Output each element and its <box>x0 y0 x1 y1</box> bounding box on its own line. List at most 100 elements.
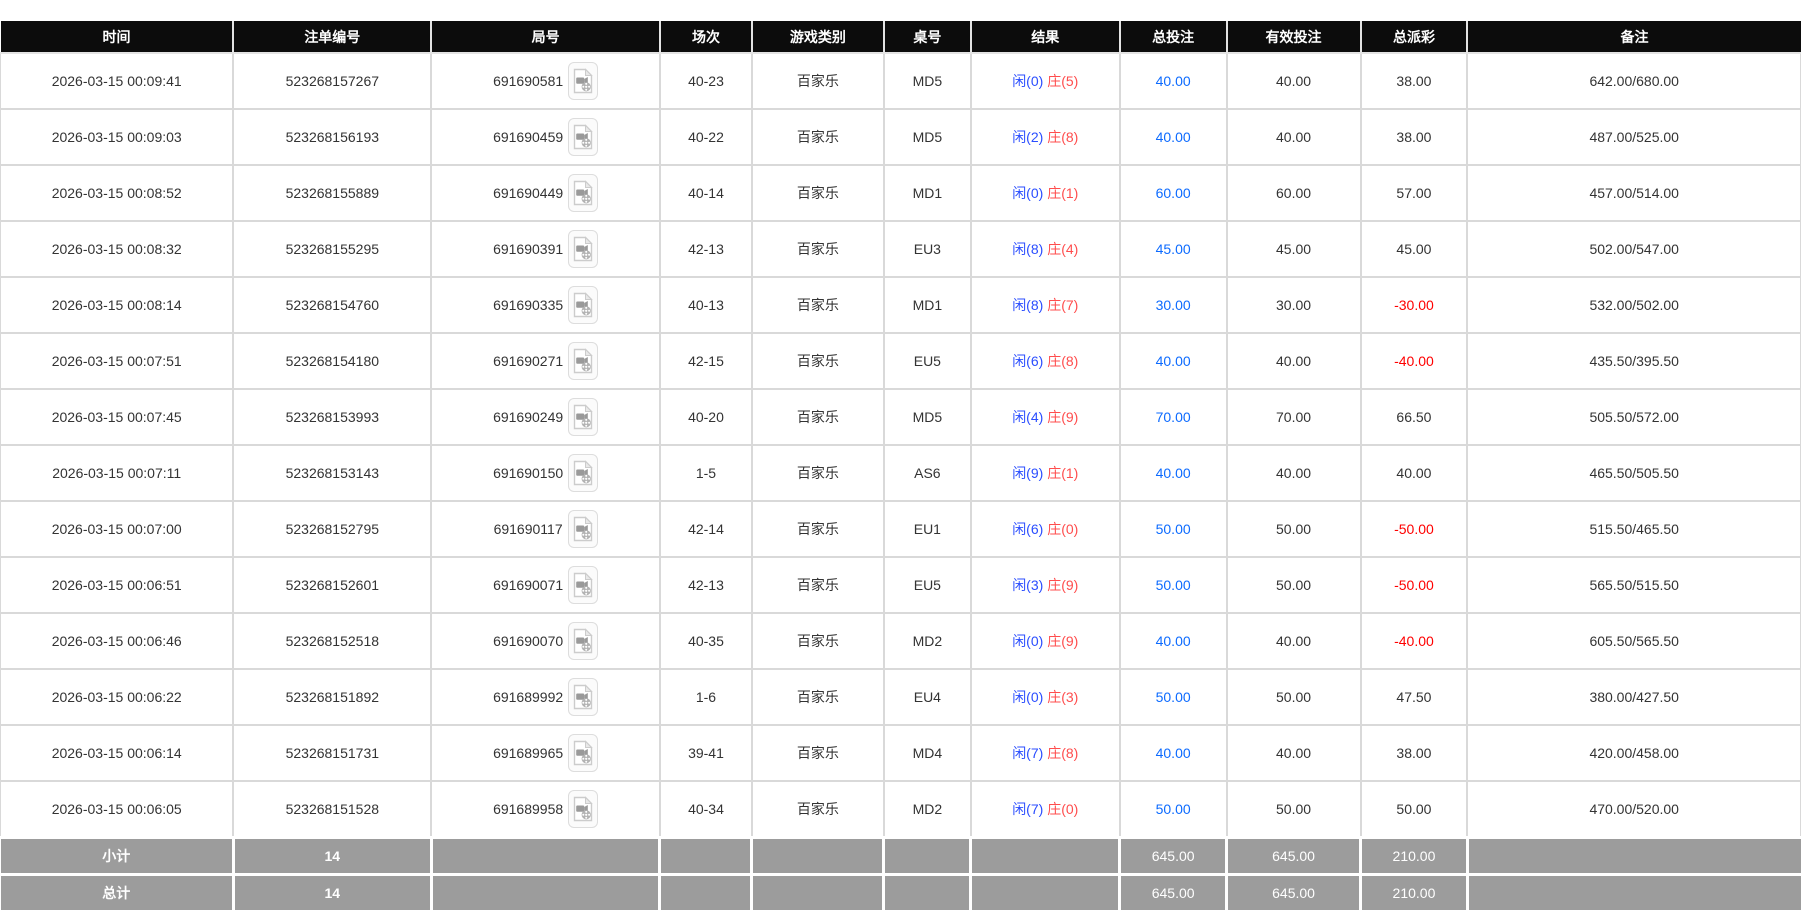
bet-history-page: 时间 注单编号 局号 场次 游戏类别 桌号 结果 总投注 有效投注 总派彩 备注… <box>0 0 1801 913</box>
banker-result: 庄(8) <box>1047 129 1079 145</box>
banker-result: 庄(9) <box>1047 577 1079 593</box>
replay-video-button[interactable] <box>568 398 599 436</box>
replay-video-button[interactable] <box>568 230 599 268</box>
session-cell: 40-23 <box>658 52 753 110</box>
round-no-cell: 691690581 <box>430 52 661 110</box>
round-no-cell: 691690070 <box>430 612 661 670</box>
replay-video-button[interactable] <box>568 118 599 156</box>
video-file-icon <box>573 180 593 206</box>
total-bet-link[interactable]: 60.00 <box>1156 185 1191 201</box>
total-bet-link[interactable]: 45.00 <box>1156 241 1191 257</box>
summary-empty-round <box>429 836 662 876</box>
total-bet-link[interactable]: 30.00 <box>1156 297 1191 313</box>
round-no-value: 691690581 <box>493 73 564 89</box>
valid-bet-cell: 40.00 <box>1225 108 1362 166</box>
table-row: 2026-03-15 00:06:51 523268152601 6916900… <box>0 556 1801 614</box>
summary-empty-session <box>658 836 754 876</box>
replay-video-button[interactable] <box>568 734 599 772</box>
valid-bet-cell: 40.00 <box>1225 612 1362 670</box>
round-no-cell: 691690150 <box>430 444 661 502</box>
bet-no-cell: 523268153143 <box>232 444 433 502</box>
replay-video-button[interactable] <box>568 622 599 660</box>
game-type-cell: 百家乐 <box>750 52 885 110</box>
replay-video-button[interactable] <box>568 678 599 716</box>
total-payout-cell: -40.00 <box>1359 332 1469 390</box>
total-bet-cell: 40.00 <box>1118 108 1228 166</box>
player-result: 闲(0) <box>1012 633 1044 649</box>
total-bet-link[interactable]: 40.00 <box>1156 353 1191 369</box>
replay-video-button[interactable] <box>567 510 598 548</box>
session-cell: 40-14 <box>658 164 753 222</box>
time-cell: 2026-03-15 00:07:11 <box>0 444 235 502</box>
table-row: 2026-03-15 00:08:14 523268154760 6916903… <box>0 276 1801 334</box>
total-bet-link[interactable]: 40.00 <box>1156 129 1191 145</box>
replay-video-button[interactable] <box>568 566 599 604</box>
table-no-cell: MD2 <box>882 780 972 839</box>
valid-bet-cell: 50.00 <box>1225 500 1362 558</box>
game-type-cell: 百家乐 <box>750 220 885 278</box>
total-bet-cell: 40.00 <box>1118 444 1228 502</box>
video-file-icon <box>573 236 593 262</box>
table-no-cell: MD4 <box>882 724 972 782</box>
total-bet-link[interactable]: 50.00 <box>1156 801 1191 817</box>
total-bet-link[interactable]: 50.00 <box>1156 521 1191 537</box>
player-result: 闲(0) <box>1012 73 1044 89</box>
time-cell: 2026-03-15 00:06:05 <box>0 780 235 839</box>
valid-bet-cell: 50.00 <box>1225 556 1362 614</box>
summary-count: 14 <box>231 873 433 913</box>
round-no-value: 691690249 <box>493 409 564 425</box>
replay-video-button[interactable] <box>568 454 599 492</box>
video-file-icon <box>573 404 593 430</box>
remark-cell: 465.50/505.50 <box>1466 444 1801 502</box>
column-header-session: 场次 <box>658 21 753 54</box>
banker-result: 庄(7) <box>1047 297 1079 313</box>
time-cell: 2026-03-15 00:06:46 <box>0 612 235 670</box>
table-row: 2026-03-15 00:06:46 523268152518 6916900… <box>0 612 1801 670</box>
column-header-game-type: 游戏类别 <box>750 21 885 54</box>
result-cell: 闲(0) 庄(1) <box>969 164 1121 222</box>
total-payout-cell: -50.00 <box>1359 556 1469 614</box>
summary-empty-remark <box>1465 836 1801 876</box>
replay-video-button[interactable] <box>568 342 599 380</box>
total-bet-link[interactable]: 40.00 <box>1156 465 1191 481</box>
game-type-cell: 百家乐 <box>750 780 885 839</box>
table-no-cell: EU4 <box>882 668 972 726</box>
round-no-cell: 691690271 <box>430 332 661 390</box>
total-bet-link[interactable]: 70.00 <box>1156 409 1191 425</box>
total-bet-link[interactable]: 50.00 <box>1156 689 1191 705</box>
bet-no-cell: 523268154180 <box>232 332 433 390</box>
replay-video-button[interactable] <box>568 790 599 828</box>
time-cell: 2026-03-15 00:07:00 <box>0 500 235 558</box>
game-type-cell: 百家乐 <box>750 108 885 166</box>
total-bet-cell: 50.00 <box>1118 556 1228 614</box>
player-result: 闲(3) <box>1012 577 1044 593</box>
time-cell: 2026-03-15 00:07:45 <box>0 388 235 446</box>
replay-video-button[interactable] <box>568 286 599 324</box>
result-cell: 闲(0) 庄(3) <box>969 668 1121 726</box>
total-bet-link[interactable]: 40.00 <box>1156 633 1191 649</box>
total-bet-link[interactable]: 40.00 <box>1156 73 1191 89</box>
round-no-cell: 691690449 <box>430 164 661 222</box>
total-bet-cell: 40.00 <box>1118 332 1228 390</box>
total-bet-link[interactable]: 50.00 <box>1156 577 1191 593</box>
table-no-cell: EU1 <box>882 500 972 558</box>
result-cell: 闲(8) 庄(7) <box>969 276 1121 334</box>
replay-video-button[interactable] <box>568 174 599 212</box>
video-file-icon <box>573 460 593 486</box>
round-no-value: 691690335 <box>493 297 564 313</box>
video-file-icon <box>573 684 593 710</box>
remark-cell: 565.50/515.50 <box>1466 556 1801 614</box>
replay-video-button[interactable] <box>568 62 599 100</box>
table-no-cell: MD5 <box>882 52 972 110</box>
column-header-table-no: 桌号 <box>882 21 972 54</box>
total-bet-link[interactable]: 40.00 <box>1156 745 1191 761</box>
bet-no-cell: 523268151731 <box>232 724 433 782</box>
banker-result: 庄(0) <box>1047 521 1079 537</box>
total-bet-cell: 40.00 <box>1118 612 1228 670</box>
total-payout-cell: 40.00 <box>1359 444 1469 502</box>
session-cell: 1-6 <box>658 668 753 726</box>
total-payout-cell: 66.50 <box>1359 388 1469 446</box>
result-cell: 闲(0) 庄(9) <box>969 612 1121 670</box>
table-no-cell: EU5 <box>882 556 972 614</box>
player-result: 闲(7) <box>1012 801 1044 817</box>
